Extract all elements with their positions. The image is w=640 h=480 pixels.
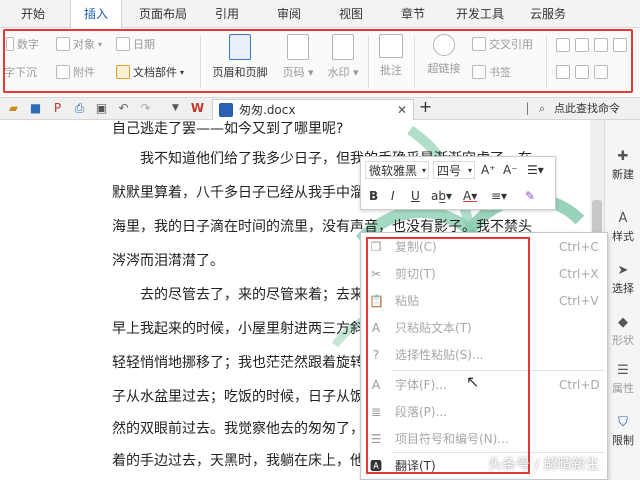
bold-icon[interactable]: B <box>369 187 378 205</box>
command-search[interactable]: ⌕ 点此查找命令 <box>536 99 640 119</box>
shield-icon: ⛉ <box>618 415 628 430</box>
document-line: 自己逃走了罢——如今又到了哪里呢? <box>112 121 344 137</box>
tab-cloud[interactable]: 云服务 <box>520 0 576 28</box>
underline-icon[interactable]: U <box>411 187 420 205</box>
tab-review[interactable]: 审阅 <box>266 0 312 28</box>
document-icon <box>219 103 233 117</box>
panel-restrict-button[interactable]: ⛉ 限制 <box>605 416 640 448</box>
search-icon: ⌕ <box>539 102 546 115</box>
export-pdf-icon[interactable]: P <box>50 101 65 116</box>
document-tab[interactable]: 匆匆.docx ✕ <box>212 99 414 120</box>
ribbon-tab-bar: 开始 插入 页面布局 引用 审阅 视图 章节 开发工具 云服务 <box>0 0 640 29</box>
panel-properties-button[interactable]: ☰ 属性 <box>605 364 640 396</box>
new-icon: ✚ <box>617 149 629 164</box>
right-task-panel: ✚ 新建 A 样式 ➤ 选择 ◆ 形状 ☰ 属性 ⛉ 限制 <box>604 120 640 480</box>
align-icon[interactable]: ≡▾ <box>491 187 507 205</box>
mouse-cursor-icon: ↖ <box>466 372 480 391</box>
font-color-icon[interactable]: A▾ <box>463 187 477 205</box>
shape-icon: ◆ <box>618 315 628 330</box>
line-spacing-icon[interactable]: ☰▾ <box>527 161 544 179</box>
panel-style-button[interactable]: A 样式 <box>605 212 640 244</box>
properties-icon: ☰ <box>617 363 629 378</box>
chevron-down-icon: ▾ <box>421 166 426 175</box>
tab-home[interactable]: 开始 <box>10 0 56 28</box>
panel-new-button[interactable]: ✚ 新建 <box>605 150 640 182</box>
close-icon[interactable]: ✕ <box>397 100 407 120</box>
new-tab-icon[interactable]: + <box>418 99 433 115</box>
chevron-down-icon: ▾ <box>467 166 472 175</box>
undo-icon[interactable]: ↶ <box>116 101 131 116</box>
italic-icon[interactable]: I <box>391 187 395 205</box>
highlight-icon[interactable]: ab̲▾ <box>431 187 452 205</box>
shrink-font-icon[interactable]: A⁻ <box>503 161 518 179</box>
tab-references[interactable]: 引用 <box>204 0 250 28</box>
tab-page-layout[interactable]: 页面布局 <box>130 0 196 28</box>
document-line: 涔涔而泪潸潸了。 <box>112 253 224 269</box>
floating-format-toolbar: 微软雅黑 ▾ 四号 ▾ A⁺ A⁻ ☰▾ B I U ab̲▾ A▾ ≡▾ ✎ <box>360 156 556 210</box>
highlight-box <box>366 237 530 474</box>
tab-insert[interactable]: 插入 <box>70 0 122 29</box>
print-preview-icon[interactable]: ▣ <box>94 101 109 116</box>
scroll-left-icon[interactable]: | <box>520 101 535 116</box>
tab-section[interactable]: 章节 <box>390 0 436 28</box>
watermark-text: 头条号 / 解晴新生 <box>488 457 600 473</box>
redo-icon[interactable]: ↷ <box>138 101 153 116</box>
format-painter-icon[interactable]: ✎ <box>525 187 535 205</box>
open-folder-icon[interactable]: ▰ <box>6 101 21 116</box>
tab-developer[interactable]: 开发工具 <box>448 0 512 28</box>
cursor-icon: ➤ <box>617 263 629 278</box>
font-size-select[interactable]: 四号 ▾ <box>433 161 475 179</box>
save-icon[interactable]: ■ <box>28 101 43 116</box>
style-icon: A <box>618 211 628 226</box>
font-name-select[interactable]: 微软雅黑 ▾ <box>365 161 429 179</box>
print-icon[interactable]: ⎙ <box>72 101 87 116</box>
wps-logo-icon: W <box>190 101 205 115</box>
grow-font-icon[interactable]: A⁺ <box>481 161 496 179</box>
chevron-down-icon[interactable]: ▼ <box>168 101 183 116</box>
panel-select-button[interactable]: ➤ 选择 <box>605 264 640 296</box>
highlight-box <box>3 29 633 93</box>
panel-shape-button[interactable]: ◆ 形状 <box>605 316 640 348</box>
tab-view[interactable]: 视图 <box>328 0 374 28</box>
